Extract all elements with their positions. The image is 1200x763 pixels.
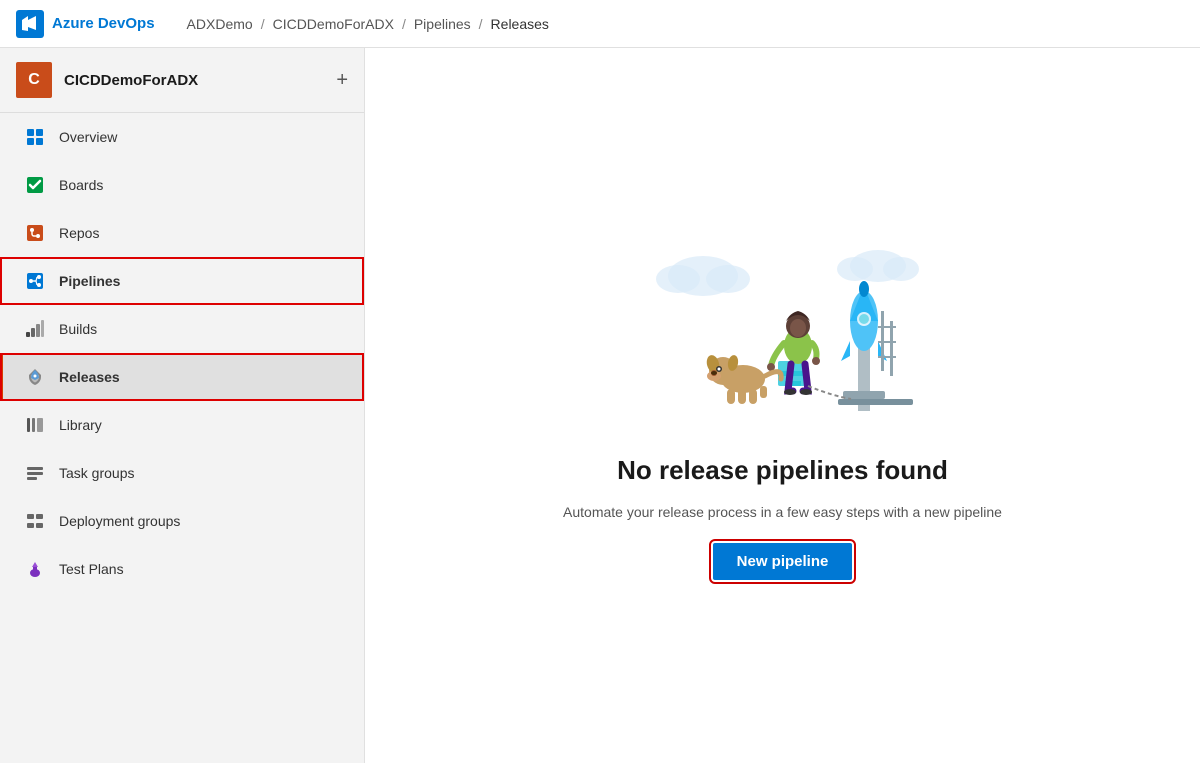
sidebar-item-task-groups[interactable]: Task groups <box>0 449 364 497</box>
sidebar-item-test-plans[interactable]: Test Plans <box>0 545 364 593</box>
sidebar: C CICDDemoForADX + Overview <box>0 48 365 763</box>
sidebar-item-overview[interactable]: Overview <box>0 113 364 161</box>
repos-icon <box>23 221 47 245</box>
boards-icon <box>23 173 47 197</box>
add-project-button[interactable]: + <box>336 70 348 90</box>
breadcrumb-releases[interactable]: Releases <box>491 16 549 32</box>
task-groups-label: Task groups <box>59 465 134 481</box>
sidebar-item-builds[interactable]: Builds <box>0 305 364 353</box>
empty-state-subtitle: Automate your release process in a few e… <box>563 502 1002 523</box>
project-avatar: C <box>16 62 52 98</box>
project-header: C CICDDemoForADX + <box>0 48 364 113</box>
logo-container[interactable]: Azure DevOps <box>16 10 155 38</box>
releases-icon <box>23 365 47 389</box>
pipelines-icon <box>23 269 47 293</box>
sidebar-item-repos[interactable]: Repos <box>0 209 364 257</box>
library-label: Library <box>59 417 102 433</box>
overview-icon <box>23 125 47 149</box>
empty-illustration <box>623 231 943 431</box>
builds-icon <box>23 317 47 341</box>
test-plans-icon <box>23 557 47 581</box>
breadcrumb-sep-1: / <box>261 16 265 32</box>
sidebar-item-pipelines[interactable]: Pipelines <box>0 257 364 305</box>
breadcrumb: ADXDemo / CICDDemoForADX / Pipelines / R… <box>187 16 549 32</box>
breadcrumb-sep-2: / <box>402 16 406 32</box>
breadcrumb-sep-3: / <box>479 16 483 32</box>
empty-state-title: No release pipelines found <box>617 455 948 486</box>
releases-label: Releases <box>59 369 120 385</box>
top-bar: Azure DevOps ADXDemo / CICDDemoForADX / … <box>0 0 1200 48</box>
breadcrumb-cicd[interactable]: CICDDemoForADX <box>273 16 394 32</box>
test-plans-label: Test Plans <box>59 561 124 577</box>
pipelines-label: Pipelines <box>59 273 120 289</box>
library-icon <box>23 413 47 437</box>
project-name: CICDDemoForADX <box>64 72 324 89</box>
deployment-groups-label: Deployment groups <box>59 513 180 529</box>
sidebar-item-boards[interactable]: Boards <box>0 161 364 209</box>
content-area: No release pipelines found Automate your… <box>365 48 1200 763</box>
breadcrumb-adxdemo[interactable]: ADXDemo <box>187 16 253 32</box>
builds-label: Builds <box>59 321 97 337</box>
overview-label: Overview <box>59 129 117 145</box>
deployment-groups-icon <box>23 509 47 533</box>
logo-text: Azure DevOps <box>52 15 155 32</box>
sidebar-item-library[interactable]: Library <box>0 401 364 449</box>
sidebar-item-releases[interactable]: Releases <box>0 353 364 401</box>
empty-state: No release pipelines found Automate your… <box>563 231 1002 580</box>
task-groups-icon <box>23 461 47 485</box>
boards-label: Boards <box>59 177 103 193</box>
repos-label: Repos <box>59 225 99 241</box>
sidebar-item-deployment-groups[interactable]: Deployment groups <box>0 497 364 545</box>
azure-devops-logo-icon <box>16 10 44 38</box>
breadcrumb-pipelines[interactable]: Pipelines <box>414 16 471 32</box>
new-pipeline-button[interactable]: New pipeline <box>713 543 853 580</box>
main-layout: C CICDDemoForADX + Overview <box>0 48 1200 763</box>
